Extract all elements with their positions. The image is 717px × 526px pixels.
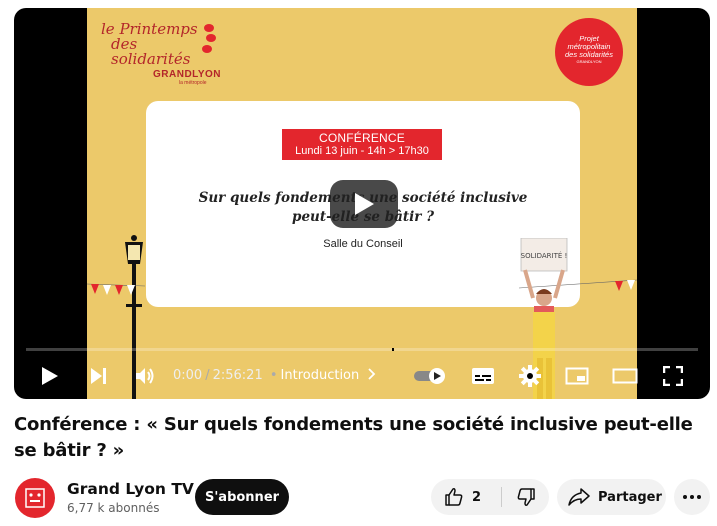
subtitles-button[interactable]	[469, 357, 497, 395]
banner-date: Lundi 13 juin - 14h > 17h30	[295, 145, 429, 157]
projet-metropolitain-logo: Projet métropolitain des solidarités GRA…	[555, 18, 623, 86]
play-icon	[42, 367, 58, 385]
bunting-left	[87, 283, 146, 295]
thumbs-up-icon	[445, 488, 463, 506]
chevron-right-icon	[368, 368, 376, 380]
miniplayer-button[interactable]	[563, 357, 591, 395]
gear-icon	[519, 365, 541, 387]
progress-bar[interactable]	[26, 348, 698, 351]
video-player[interactable]: le Printemps des solidarités GRANDLYON l…	[14, 8, 710, 399]
thumbs-down-icon	[517, 488, 535, 506]
video-title: Conférence : « Sur quels fondements une …	[14, 414, 693, 461]
subscribe-button[interactable]: S'abonner	[195, 479, 289, 515]
conference-banner: CONFÉRENCE Lundi 13 juin - 14h > 17h30	[282, 129, 442, 160]
like-count: 2	[472, 489, 482, 505]
player-controls: 0:00/2:56:21 • Introduction	[14, 357, 710, 395]
fullscreen-button[interactable]	[659, 357, 687, 395]
channel-avatar[interactable]	[15, 478, 55, 518]
more-horizontal-icon	[683, 495, 701, 499]
sign-text: SOLIDARITÉ !	[521, 251, 568, 260]
chapter-title: Introduction	[280, 368, 360, 383]
subtitles-icon	[472, 368, 494, 384]
fullscreen-icon	[663, 366, 683, 386]
grand-lyon-avatar-icon	[25, 488, 45, 508]
logo-line-3: GRANDLYON	[153, 69, 222, 80]
like-button[interactable]: 2	[431, 479, 501, 515]
leaves-icon	[202, 24, 216, 53]
play-button[interactable]	[36, 357, 64, 395]
logo-line-4: la métropole	[179, 80, 207, 86]
miniplayer-icon	[565, 367, 589, 385]
printemps-logo: le Printemps des solidarités GRANDLYON l…	[101, 22, 222, 87]
like-dislike-group: 2	[431, 479, 549, 515]
mute-button[interactable]	[131, 357, 161, 395]
chapter-bullet: •	[269, 368, 278, 383]
share-button[interactable]: Partager	[557, 479, 666, 515]
skip-next-icon	[91, 368, 106, 384]
play-icon	[355, 193, 374, 215]
duration: 2:56:21	[212, 368, 263, 383]
banner-title: CONFÉRENCE	[318, 131, 405, 145]
share-label: Partager	[598, 489, 662, 505]
next-button[interactable]	[86, 357, 112, 395]
dislike-button[interactable]	[502, 479, 549, 515]
room-label: Salle du Conseil	[323, 238, 403, 250]
channel-name[interactable]: Grand Lyon TV	[67, 480, 194, 498]
subscriber-count: 6,77 k abonnés	[67, 501, 160, 515]
logo-right-line-3: des solidarités	[565, 50, 613, 59]
time-display: 0:00/2:56:21 • Introduction	[173, 368, 377, 383]
autoplay-toggle[interactable]	[413, 357, 449, 395]
large-play-button[interactable]	[330, 180, 398, 228]
current-time: 0:00	[173, 368, 203, 383]
theater-mode-button[interactable]	[611, 357, 639, 395]
settings-button[interactable]	[516, 357, 544, 395]
autoplay-toggle-icon	[414, 368, 445, 384]
chapter-marker	[392, 348, 394, 351]
share-icon	[568, 488, 590, 506]
theater-mode-icon	[612, 368, 638, 384]
time-separator: /	[205, 368, 210, 383]
logo-right-line-4: GRANDLYON	[576, 59, 602, 64]
more-actions-button[interactable]	[674, 479, 710, 515]
volume-icon	[136, 368, 154, 384]
logo-line-2: des solidarités	[111, 35, 191, 68]
chapter-title-button[interactable]: Introduction	[281, 368, 378, 383]
